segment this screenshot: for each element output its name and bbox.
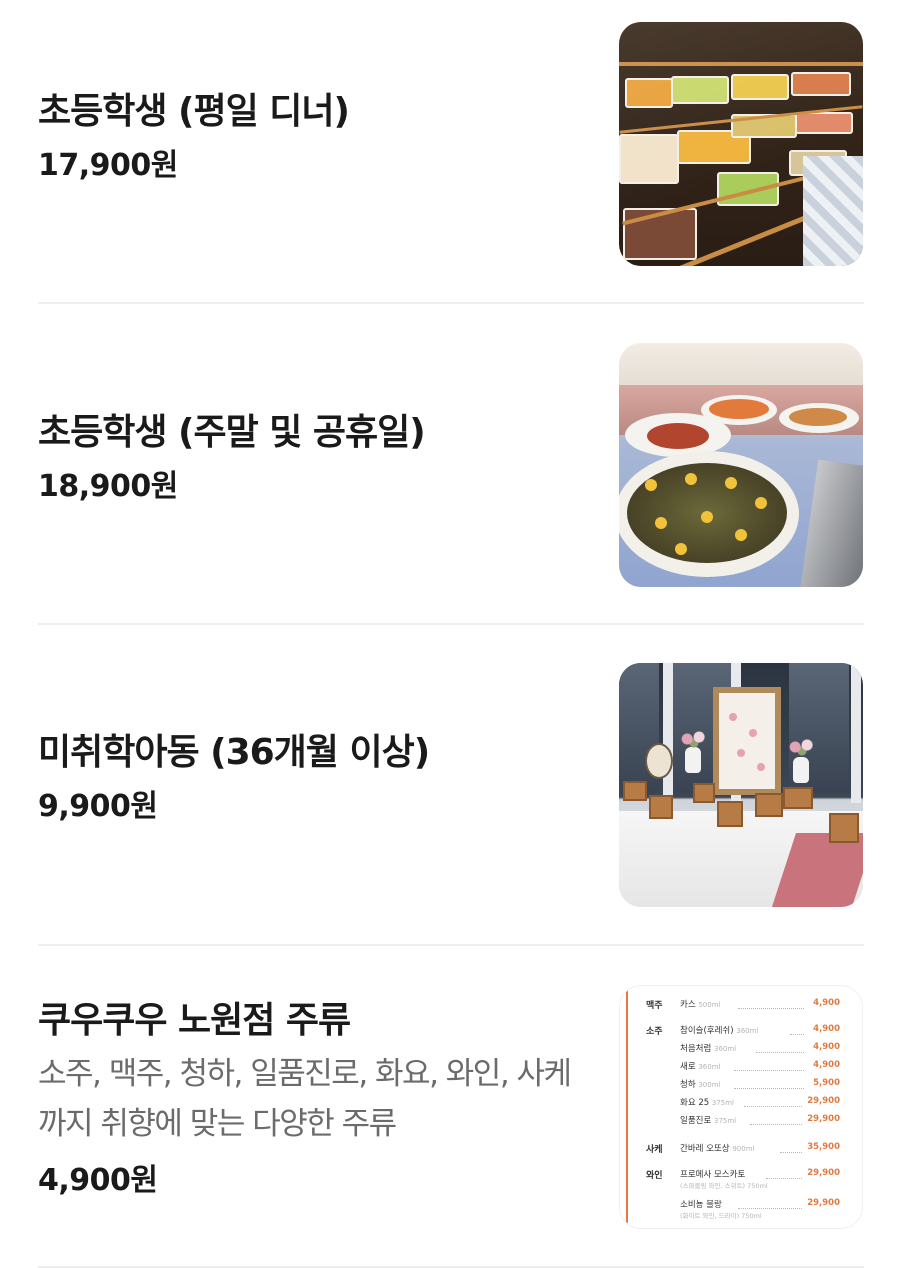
drink-name: 소비뇽 블랑: [680, 1200, 722, 1210]
drink-price: 29,900: [807, 1096, 840, 1106]
menu-item-price: 4,900원: [38, 1163, 158, 1198]
drink-price: 4,900: [813, 998, 840, 1008]
menu-item-text: 초등학생 (평일 디너) 17,900원: [38, 90, 598, 186]
menu-item-elementary-weekend[interactable]: 초등학생 (주말 및 공휴일) 18,900원: [38, 343, 864, 587]
drink-name: 새로 360ml: [680, 1062, 721, 1072]
drink-row: 소주 참이슬(후레쉬) 360ml 4,900: [620, 1024, 862, 1040]
menu-item-drinks[interactable]: 쿠우쿠우 노원점 주류 소주, 맥주, 청하, 일품진로, 화요, 와인, 사케…: [38, 985, 864, 1229]
drink-note: (스파클링 와인, 스위트) 750ml: [680, 1182, 768, 1190]
divider: [38, 944, 864, 946]
menu-item-title: 미취학아동 (36개월 이상): [38, 732, 430, 773]
drink-name: 화요 25 375ml: [680, 1098, 734, 1108]
drink-price: 35,900: [807, 1142, 840, 1152]
drink-row: 처음처럼 360ml 4,900: [620, 1042, 862, 1058]
menu-item-title: 초등학생 (평일 디너): [38, 91, 350, 132]
menu-item-price: 18,900원: [38, 469, 178, 504]
drink-row: 새로 360ml 4,900: [620, 1060, 862, 1076]
drink-price: 4,900: [813, 1024, 840, 1034]
menu-item-description: 소주, 맥주, 청하, 일품진로, 화요, 와인, 사케 까지 취향에 맞는 다…: [38, 1056, 572, 1142]
menu-item-text: 미취학아동 (36개월 이상) 9,900원: [38, 731, 598, 827]
menu-item-price: 17,900원: [38, 148, 178, 183]
drink-name: 간바레 오또상 900ml: [680, 1144, 755, 1154]
divider: [38, 302, 864, 304]
drink-price: 4,900: [813, 1060, 840, 1070]
drink-name: 프로메사 모스카토: [680, 1170, 746, 1180]
drink-price: 29,900: [807, 1168, 840, 1178]
drink-name: 참이슬(후레쉬) 360ml: [680, 1026, 759, 1036]
drink-note: (화이트 와인, 드라이) 750ml: [680, 1212, 762, 1220]
drink-row: 청하 300ml 5,900: [620, 1078, 862, 1094]
drink-name: 청하 300ml: [680, 1080, 721, 1090]
menu-item-text: 초등학생 (주말 및 공휴일) 18,900원: [38, 411, 598, 507]
drink-row: 화요 25 375ml 29,900: [620, 1096, 862, 1112]
drink-category: 사케: [646, 1145, 663, 1155]
menu-list: 초등학생 (평일 디너) 17,900원 초등학생 (주말 및 공휴일) 18,…: [0, 0, 900, 1268]
drink-row: 사케 간바레 오또상 900ml 35,900: [620, 1142, 862, 1158]
seafood-platter-photo[interactable]: [619, 343, 863, 587]
divider: [38, 623, 864, 625]
drink-row: 맥주 카스 500ml 4,900: [620, 998, 862, 1014]
drink-price: 29,900: [807, 1198, 840, 1208]
drink-row: 소비뇽 블랑 29,900 (화이트 와인, 드라이) 750ml: [620, 1198, 862, 1220]
drinks-menu-card[interactable]: 맥주 카스 500ml 4,900 소주 참이슬(후레쉬) 360ml 4,90…: [619, 985, 863, 1229]
menu-item-preschool[interactable]: 미취학아동 (36개월 이상) 9,900원: [38, 663, 864, 907]
drink-name: 처음처럼 360ml: [680, 1044, 737, 1054]
drink-category: 와인: [646, 1171, 663, 1181]
drink-price: 4,900: [813, 1042, 840, 1052]
menu-item-title: 초등학생 (주말 및 공휴일): [38, 412, 426, 453]
drink-price: 29,900: [807, 1114, 840, 1124]
display-table-photo[interactable]: [619, 663, 863, 907]
buffet-display-photo[interactable]: [619, 22, 863, 266]
drink-row: 와인 프로메사 모스카토 29,900 (스파클링 와인, 스위트) 750ml: [620, 1168, 862, 1190]
menu-item-elementary-weekday[interactable]: 초등학생 (평일 디너) 17,900원: [38, 22, 864, 266]
drink-category: 맥주: [646, 1001, 663, 1011]
menu-item-title: 쿠우쿠우 노원점 주류: [38, 1000, 351, 1041]
drink-row: 일품진로 375ml 29,900: [620, 1114, 862, 1130]
drink-name: 카스 500ml: [680, 1000, 721, 1010]
drink-price: 5,900: [813, 1078, 840, 1088]
drink-category: 소주: [646, 1027, 663, 1037]
menu-item-text: 쿠우쿠우 노원점 주류 소주, 맥주, 청하, 일품진로, 화요, 와인, 사케…: [38, 999, 598, 1201]
menu-item-price: 9,900원: [38, 789, 158, 824]
drink-name: 일품진로 375ml: [680, 1116, 737, 1126]
